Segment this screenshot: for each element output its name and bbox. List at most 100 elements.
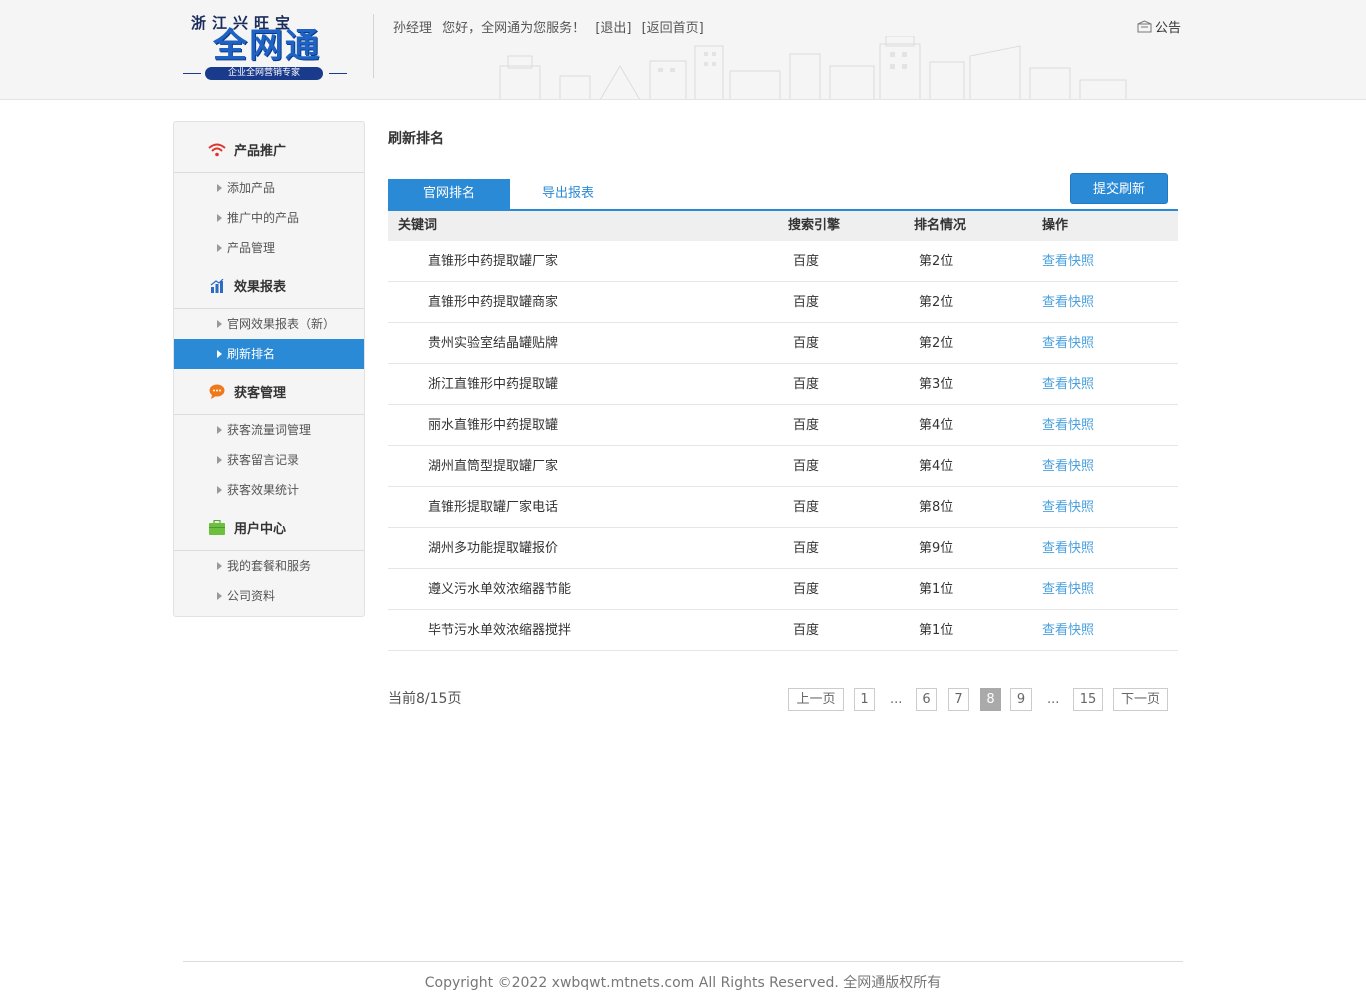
keyword-cell: 直锥形中药提取罐商家	[428, 295, 559, 310]
page-button-current[interactable]: 8	[980, 688, 1001, 711]
tab-official-ranking[interactable]: 官网排名	[388, 179, 510, 209]
sidebar-item-official-report[interactable]: 官网效果报表（新）	[174, 309, 364, 339]
rank-cell: 第2位	[919, 254, 954, 269]
view-snapshot-link[interactable]: 查看快照	[1042, 569, 1094, 610]
keyword-cell: 湖州直筒型提取罐厂家	[428, 459, 559, 474]
notice-link[interactable]: 公告	[1137, 17, 1181, 36]
wifi-icon	[208, 141, 226, 159]
sidebar: 产品推广 添加产品 推广中的产品 产品管理 效果报表 官网效果报表（新） 刷新排…	[173, 121, 365, 617]
keyword-cell: 直锥形中药提取罐厂家	[428, 254, 559, 269]
city-skyline-decoration	[499, 36, 1127, 99]
header: 浙江兴旺宝 全网通 企业全网营销专家 孙经理 您好，全网通为您服务！ [退出] …	[0, 0, 1366, 100]
sidebar-section-title: 获客管理	[234, 386, 287, 401]
rank-cell: 第4位	[919, 418, 954, 433]
sidebar-section-customer-acquisition[interactable]: 获客管理	[174, 369, 364, 415]
view-snapshot-link[interactable]: 查看快照	[1042, 610, 1094, 651]
engine-cell: 百度	[793, 377, 820, 392]
page-info: 当前8/15页	[388, 691, 462, 707]
view-snapshot-link[interactable]: 查看快照	[1042, 364, 1094, 405]
rank-cell: 第1位	[919, 623, 954, 638]
chat-icon	[208, 383, 226, 401]
notice-icon	[1137, 20, 1152, 33]
prev-page-button[interactable]: 上一页	[788, 688, 844, 711]
sidebar-section-effect-report[interactable]: 效果报表	[174, 263, 364, 309]
sidebar-item-promoting-products[interactable]: 推广中的产品	[174, 203, 364, 233]
home-link[interactable]: [返回首页]	[642, 21, 704, 36]
tab-bar: 官网排名 导出报表	[388, 179, 1178, 211]
footer-divider	[183, 961, 1183, 962]
rank-cell: 第2位	[919, 295, 954, 310]
sidebar-item-messages[interactable]: 获客留言记录	[174, 445, 364, 475]
view-snapshot-link[interactable]: 查看快照	[1042, 282, 1094, 323]
view-snapshot-link[interactable]: 查看快照	[1042, 446, 1094, 487]
table-row: 丽水直锥形中药提取罐 百度 第4位 查看快照	[388, 405, 1178, 446]
footer-copyright: Copyright ©2022 xwbqwt.mtnets.com All Ri…	[424, 975, 942, 991]
rank-cell: 第9位	[919, 541, 954, 556]
rank-cell: 第1位	[919, 582, 954, 597]
logo-main-text: 全网通	[213, 26, 321, 66]
rank-cell: 第8位	[919, 500, 954, 515]
rank-cell: 第2位	[919, 336, 954, 351]
table-row: 湖州直筒型提取罐厂家 百度 第4位 查看快照	[388, 446, 1178, 487]
sidebar-item-my-package[interactable]: 我的套餐和服务	[174, 551, 364, 581]
logout-link[interactable]: [退出]	[595, 21, 631, 36]
column-header-engine: 搜索引擎	[788, 218, 841, 233]
briefcase-icon	[208, 519, 226, 537]
page-button[interactable]: 15	[1073, 688, 1103, 711]
sidebar-section-product-promotion[interactable]: 产品推广	[174, 127, 364, 173]
submit-refresh-button[interactable]: 提交刷新	[1070, 173, 1168, 204]
page-button[interactable]: 1	[854, 688, 875, 711]
sidebar-item-traffic-keywords[interactable]: 获客流量词管理	[174, 415, 364, 445]
logo-line-right	[329, 73, 347, 74]
logo-line-left	[183, 73, 201, 74]
table-row: 毕节污水单效浓缩器搅拌 百度 第1位 查看快照	[388, 610, 1178, 651]
table-row: 直锥形中药提取罐厂家 百度 第2位 查看快照	[388, 241, 1178, 282]
sidebar-item-add-product[interactable]: 添加产品	[174, 173, 364, 203]
sidebar-item-product-management[interactable]: 产品管理	[174, 233, 364, 263]
column-header-rank: 排名情况	[914, 218, 967, 233]
table-row: 直锥形中药提取罐商家 百度 第2位 查看快照	[388, 282, 1178, 323]
table-row: 遵义污水单效浓缩器节能 百度 第1位 查看快照	[388, 569, 1178, 610]
engine-cell: 百度	[793, 459, 820, 474]
rank-cell: 第4位	[919, 459, 954, 474]
page-button[interactable]: 6	[916, 688, 937, 711]
site-logo[interactable]: 浙江兴旺宝 全网通 企业全网营销专家	[183, 12, 351, 82]
keyword-cell: 浙江直锥形中药提取罐	[428, 377, 559, 392]
tab-export-report[interactable]: 导出报表	[510, 179, 626, 209]
header-divider	[373, 14, 374, 78]
engine-cell: 百度	[793, 623, 820, 638]
page-button[interactable]: 9	[1010, 688, 1032, 711]
greeting-text: 您好，全网通为您服务！	[442, 21, 586, 36]
page-ellipsis: ...	[1047, 692, 1060, 707]
view-snapshot-link[interactable]: 查看快照	[1042, 487, 1094, 528]
keyword-cell: 遵义污水单效浓缩器节能	[428, 582, 572, 597]
view-snapshot-link[interactable]: 查看快照	[1042, 528, 1094, 569]
sidebar-item-refresh-ranking[interactable]: 刷新排名	[174, 339, 364, 369]
view-snapshot-link[interactable]: 查看快照	[1042, 405, 1094, 446]
view-snapshot-link[interactable]: 查看快照	[1042, 241, 1094, 282]
sidebar-section-title: 效果报表	[234, 280, 287, 295]
page-title: 刷新排名	[388, 131, 444, 147]
sidebar-section-user-center[interactable]: 用户中心	[174, 505, 364, 551]
column-header-keyword: 关键词	[398, 218, 438, 233]
column-header-action: 操作	[1042, 218, 1069, 233]
sidebar-section-title: 用户中心	[234, 522, 287, 537]
next-page-button[interactable]: 下一页	[1113, 688, 1168, 711]
user-name: 孙经理	[393, 21, 433, 36]
keyword-cell: 湖州多功能提取罐报价	[428, 541, 559, 556]
engine-cell: 百度	[793, 336, 820, 351]
sidebar-section-title: 产品推广	[234, 144, 287, 159]
engine-cell: 百度	[793, 295, 820, 310]
page-ellipsis: ...	[890, 692, 903, 707]
notice-label: 公告	[1155, 21, 1182, 36]
view-snapshot-link[interactable]: 查看快照	[1042, 323, 1094, 364]
table-row: 湖州多功能提取罐报价 百度 第9位 查看快照	[388, 528, 1178, 569]
table-row: 直锥形提取罐厂家电话 百度 第8位 查看快照	[388, 487, 1178, 528]
sidebar-item-company-info[interactable]: 公司资料	[174, 581, 364, 611]
ranking-table: 关键词 搜索引擎 排名情况 操作 直锥形中药提取罐厂家 百度 第2位 查看快照 直锥形中…	[388, 211, 1178, 651]
engine-cell: 百度	[793, 541, 820, 556]
table-header: 关键词 搜索引擎 排名情况 操作	[388, 211, 1178, 241]
sidebar-item-acquisition-stats[interactable]: 获客效果统计	[174, 475, 364, 505]
page-button[interactable]: 7	[948, 688, 969, 711]
keyword-cell: 贵州实验室结晶罐贴牌	[428, 336, 559, 351]
